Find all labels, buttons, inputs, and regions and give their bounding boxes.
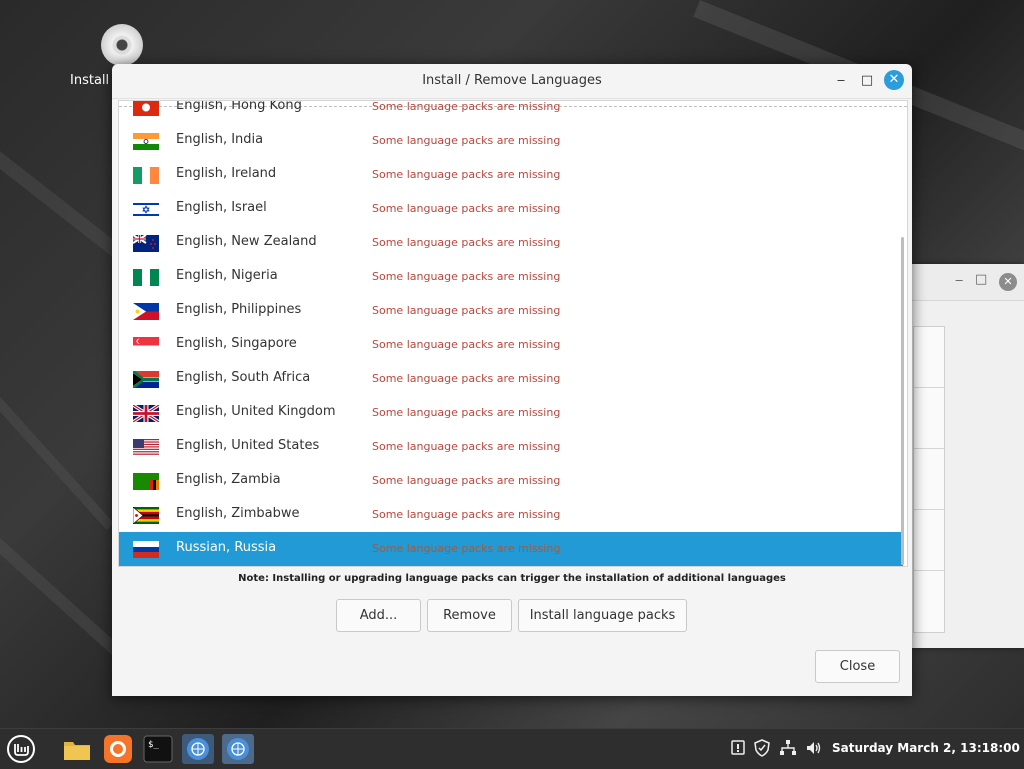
language-name: English, New Zealand bbox=[176, 234, 317, 249]
language-status: Some language packs are missing bbox=[372, 542, 561, 555]
add-button[interactable]: Add... bbox=[336, 599, 421, 632]
language-status: Some language packs are missing bbox=[372, 372, 561, 385]
language-name: English, Zambia bbox=[176, 472, 281, 487]
svg-text:$_: $_ bbox=[148, 740, 159, 750]
flag-gb-icon bbox=[133, 405, 159, 422]
maximize-icon[interactable]: □ bbox=[975, 272, 987, 287]
language-name: English, Zimbabwe bbox=[176, 506, 300, 521]
language-status: Some language packs are missing bbox=[372, 270, 561, 283]
language-name: English, United States bbox=[176, 438, 320, 453]
language-name: English, India bbox=[176, 132, 264, 147]
language-row[interactable]: English, United States Some language pack… bbox=[119, 430, 903, 464]
language-status: Some language packs are missing bbox=[372, 440, 561, 453]
language-name: English, Hong Kong bbox=[176, 100, 302, 113]
files-icon[interactable] bbox=[62, 734, 92, 764]
language-name: English, Nigeria bbox=[176, 268, 278, 283]
disc-icon bbox=[101, 24, 143, 66]
flag-nz-icon bbox=[133, 235, 159, 252]
mint-menu-icon[interactable] bbox=[6, 734, 36, 764]
flag-il-icon bbox=[133, 201, 159, 218]
flag-zm-icon bbox=[133, 473, 159, 490]
flag-ph-icon bbox=[133, 303, 159, 320]
language-status: Some language packs are missing bbox=[372, 474, 561, 487]
language-row[interactable]: English, India Some language packs are mi… bbox=[119, 124, 903, 158]
language-list[interactable]: English, Hong Kong Some language packs ar… bbox=[118, 100, 908, 567]
language-row[interactable]: English, Israel Some language packs are m… bbox=[119, 192, 903, 226]
language-name: English, Philippines bbox=[176, 302, 302, 317]
language-row[interactable]: English, Nigeria Some language packs are … bbox=[119, 260, 903, 294]
minimize-icon[interactable]: ‒ bbox=[955, 273, 963, 288]
flag-us-icon bbox=[133, 439, 159, 456]
scrollbar[interactable] bbox=[901, 237, 904, 565]
language-row[interactable]: English, Philippines Some language packs … bbox=[119, 294, 903, 328]
language-status: Some language packs are missing bbox=[372, 508, 561, 521]
language-status: Some language packs are missing bbox=[372, 134, 561, 147]
language-status: Some language packs are missing bbox=[372, 202, 561, 215]
maximize-button[interactable]: □ bbox=[858, 72, 876, 90]
install-remove-languages-dialog: Install / Remove Languages ‒ □ ✕ English… bbox=[112, 64, 912, 696]
language-name: English, Singapore bbox=[176, 336, 297, 351]
language-row[interactable]: English, Singapore Some language packs ar… bbox=[119, 328, 903, 362]
taskbar: $_ Saturday March 2, 13:18:00 bbox=[0, 728, 1024, 769]
language-row[interactable]: Russian, Russia Some language packs are m… bbox=[119, 532, 903, 566]
dialog-title: Install / Remove Languages bbox=[422, 73, 602, 88]
language-row[interactable]: English, New Zealand Some language packs … bbox=[119, 226, 903, 260]
flag-za-icon bbox=[133, 371, 159, 388]
flag-sg-icon bbox=[133, 337, 159, 354]
language-row[interactable]: English, Hong Kong Some language packs ar… bbox=[119, 100, 903, 124]
close-button[interactable]: Close bbox=[815, 650, 900, 683]
flag-in-icon bbox=[133, 133, 159, 150]
flag-ie-icon bbox=[133, 167, 159, 184]
desktop-icon-label: Install bbox=[70, 73, 110, 88]
close-icon[interactable]: ✕ bbox=[999, 273, 1017, 291]
language-status: Some language packs are missing bbox=[372, 168, 561, 181]
clock[interactable]: Saturday March 2, 13:18:00 bbox=[832, 741, 1020, 755]
terminal-icon[interactable]: $_ bbox=[143, 734, 173, 764]
update-shield-icon[interactable] bbox=[753, 739, 771, 757]
flag-hk-icon bbox=[133, 101, 159, 116]
language-status: Some language packs are missing bbox=[372, 304, 561, 317]
language-status: Some language packs are missing bbox=[372, 236, 561, 249]
language-status: Some language packs are missing bbox=[372, 338, 561, 351]
install-language-packs-button[interactable]: Install language packs bbox=[518, 599, 687, 632]
language-row[interactable]: English, Zimbabwe Some language packs are… bbox=[119, 498, 903, 532]
notifications-icon[interactable] bbox=[729, 739, 747, 757]
background-window-content bbox=[913, 326, 945, 633]
background-window-titlebar[interactable]: ‒ □ ✕ bbox=[905, 264, 1024, 301]
firefox-icon[interactable] bbox=[103, 734, 133, 764]
language-name: English, South Africa bbox=[176, 370, 311, 385]
language-name: English, United Kingdom bbox=[176, 404, 336, 419]
flag-ng-icon bbox=[133, 269, 159, 286]
language-status: Some language packs are missing bbox=[372, 100, 561, 113]
dialog-titlebar[interactable]: Install / Remove Languages ‒ □ ✕ bbox=[112, 64, 912, 99]
close-window-button[interactable]: ✕ bbox=[884, 70, 904, 90]
language-row[interactable]: English, Zambia Some language packs are m… bbox=[119, 464, 903, 498]
language-row[interactable]: English, Ireland Some language packs are … bbox=[119, 158, 903, 192]
install-note: Note: Installing or upgrading language p… bbox=[238, 573, 786, 584]
language-settings-icon[interactable] bbox=[182, 734, 214, 764]
minimize-button[interactable]: ‒ bbox=[832, 72, 850, 90]
language-name: English, Israel bbox=[176, 200, 267, 215]
flag-zw-icon bbox=[133, 507, 159, 524]
language-name: Russian, Russia bbox=[176, 540, 277, 555]
background-window[interactable]: ‒ □ ✕ bbox=[905, 264, 1024, 648]
language-status: Some language packs are missing bbox=[372, 406, 561, 419]
network-icon[interactable] bbox=[779, 739, 797, 757]
language-row[interactable]: English, South Africa Some language packs… bbox=[119, 362, 903, 396]
flag-ru-icon bbox=[133, 541, 159, 558]
language-settings-active-icon[interactable] bbox=[222, 734, 254, 764]
language-row[interactable]: English, United Kingdom Some language pac… bbox=[119, 396, 903, 430]
volume-icon[interactable] bbox=[805, 739, 823, 757]
remove-button[interactable]: Remove bbox=[427, 599, 512, 632]
language-name: English, Ireland bbox=[176, 166, 277, 181]
